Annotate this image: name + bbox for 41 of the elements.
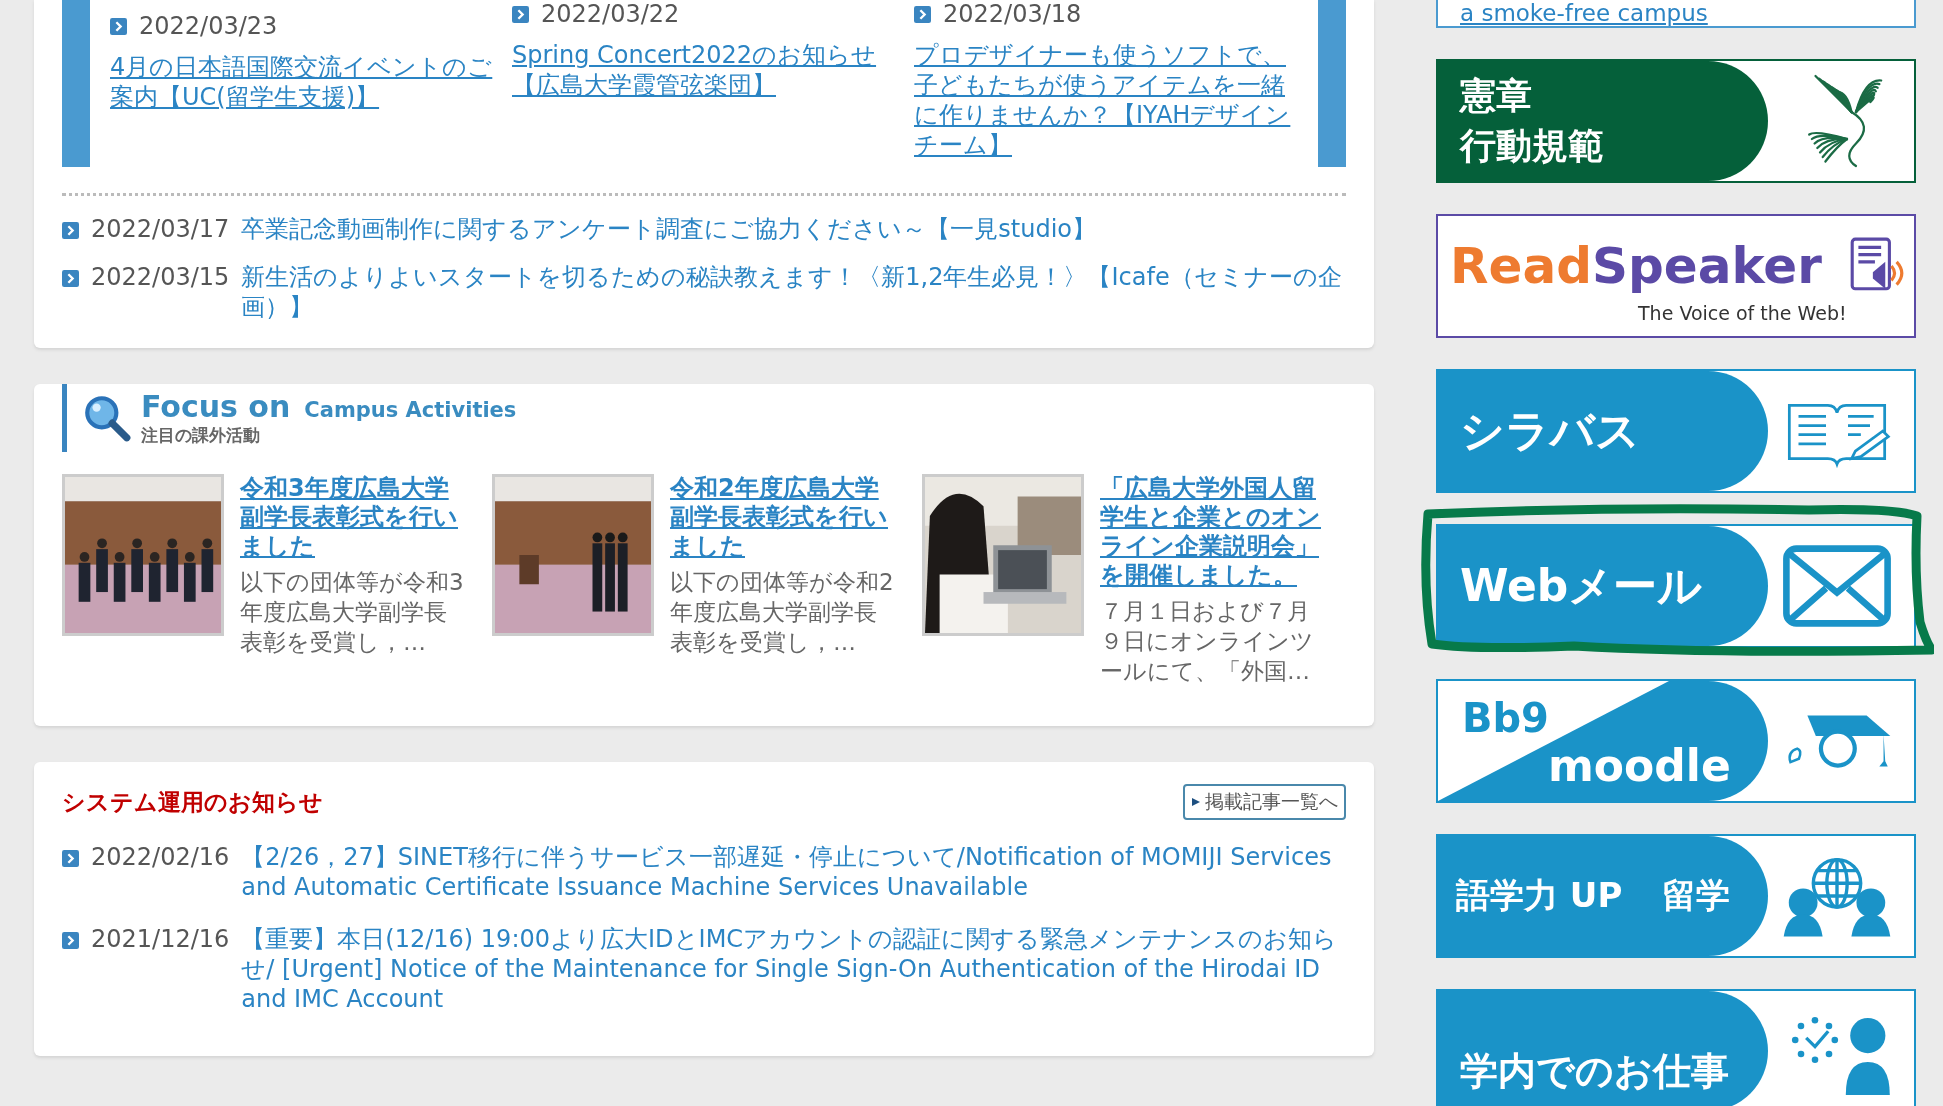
section-subtitle: Campus Activities xyxy=(304,398,517,422)
news-date: 2021/12/16 xyxy=(91,924,230,954)
bullet-icon xyxy=(512,5,529,23)
banner-link[interactable]: シラバス xyxy=(1436,369,1916,493)
bullet-icon xyxy=(62,270,79,287)
bullet-icon xyxy=(110,17,127,35)
news-date: 2022/02/16 xyxy=(91,842,230,872)
news-date: 2022/03/18 xyxy=(943,0,1082,28)
logo-banner[interactable]: ReadSpeaker The Voice of the Web! xyxy=(1436,214,1916,338)
news-link[interactable]: 【2/26，27】SINET移行に伴うサービス一部遅延・停止について/Notification of MOMIJI Services and Automatic Certificate Issuance Machine Services Unavailable xyxy=(241,842,1346,902)
article-excerpt: ７月１日および７月９日にオンラインツールにて、「外国… xyxy=(1100,597,1315,686)
banner-link[interactable]: 学内でのお仕事 xyxy=(1436,989,1916,1106)
news-link[interactable]: プロデザイナーも使うソフトで、子どもたちが使うアイテムを一緒に作りませんか？【IYAHデザインチーム】 xyxy=(914,40,1298,160)
news-date: 2022/03/23 xyxy=(139,12,278,40)
article-link[interactable]: 令和2年度広島大学副学長表彰式を行いました xyxy=(670,474,896,561)
banner-link[interactable]: Bb9 moodle xyxy=(1436,679,1916,803)
section-caption: 注目の課外活動 xyxy=(141,424,261,447)
bullet-icon xyxy=(62,850,79,867)
article-list-button[interactable]: 掲載記事一覧へ xyxy=(1183,784,1346,820)
smoke-free-link[interactable]: a smoke-free campus xyxy=(1460,0,1708,26)
article-link[interactable]: 「広島大学外国人留学生と企業とのオンライン企業説明会」を開催しました。 xyxy=(1100,474,1326,590)
news-link[interactable]: 新生活のよりよいスタートを切るための秘訣教えます！〈新1,2年生必見！〉【Icafe（セミナーの企画）】 xyxy=(241,262,1346,322)
news-link[interactable]: 4月の日本語国際交流イベントのご案内【UC(留学生支援)】 xyxy=(110,52,494,112)
article-link[interactable]: 令和3年度広島大学副学長表彰式を行いました xyxy=(240,474,466,561)
banner-link[interactable]: 語学力 UP 留学 xyxy=(1436,834,1916,958)
news-date: 2022/03/22 xyxy=(541,0,680,28)
article-excerpt: 以下の団体等が令和3年度広島大学副学長表彰を受賞し，… xyxy=(240,568,465,657)
banner-link[interactable]: Webメール xyxy=(1436,524,1916,648)
bullet-icon xyxy=(914,5,931,23)
news-link[interactable]: 【重要】本日(12/16) 19:00より広大IDとIMCアカウントの認証に関する緊急メンテナンスのお知らせ/ [Urgent] Notice of the Maintenance for Single Sign-On Authentication of the Hirodai ID and IMC Account xyxy=(241,924,1346,1014)
bullet-icon xyxy=(62,932,79,949)
bullet-icon xyxy=(62,222,79,239)
banner-link[interactable]: 憲章 行動規範 xyxy=(1436,59,1916,183)
news-date: 2022/03/17 xyxy=(91,214,230,244)
article-excerpt: 以下の団体等が令和2年度広島大学副学長表彰を受賞し，… xyxy=(670,568,895,657)
news-date: 2022/03/15 xyxy=(91,262,230,292)
triangle-icon xyxy=(1191,797,1201,807)
news-link[interactable]: 卒業記念動画制作に関するアンケート調査にご協力ください～【一見studio】 xyxy=(241,214,1346,244)
news-link[interactable]: Spring Concert2022のお知らせ【広島大学霞管弦楽団】 xyxy=(512,40,896,100)
section-title: システム運用のお知らせ xyxy=(62,787,323,817)
section-title: Focus on xyxy=(141,389,291,424)
